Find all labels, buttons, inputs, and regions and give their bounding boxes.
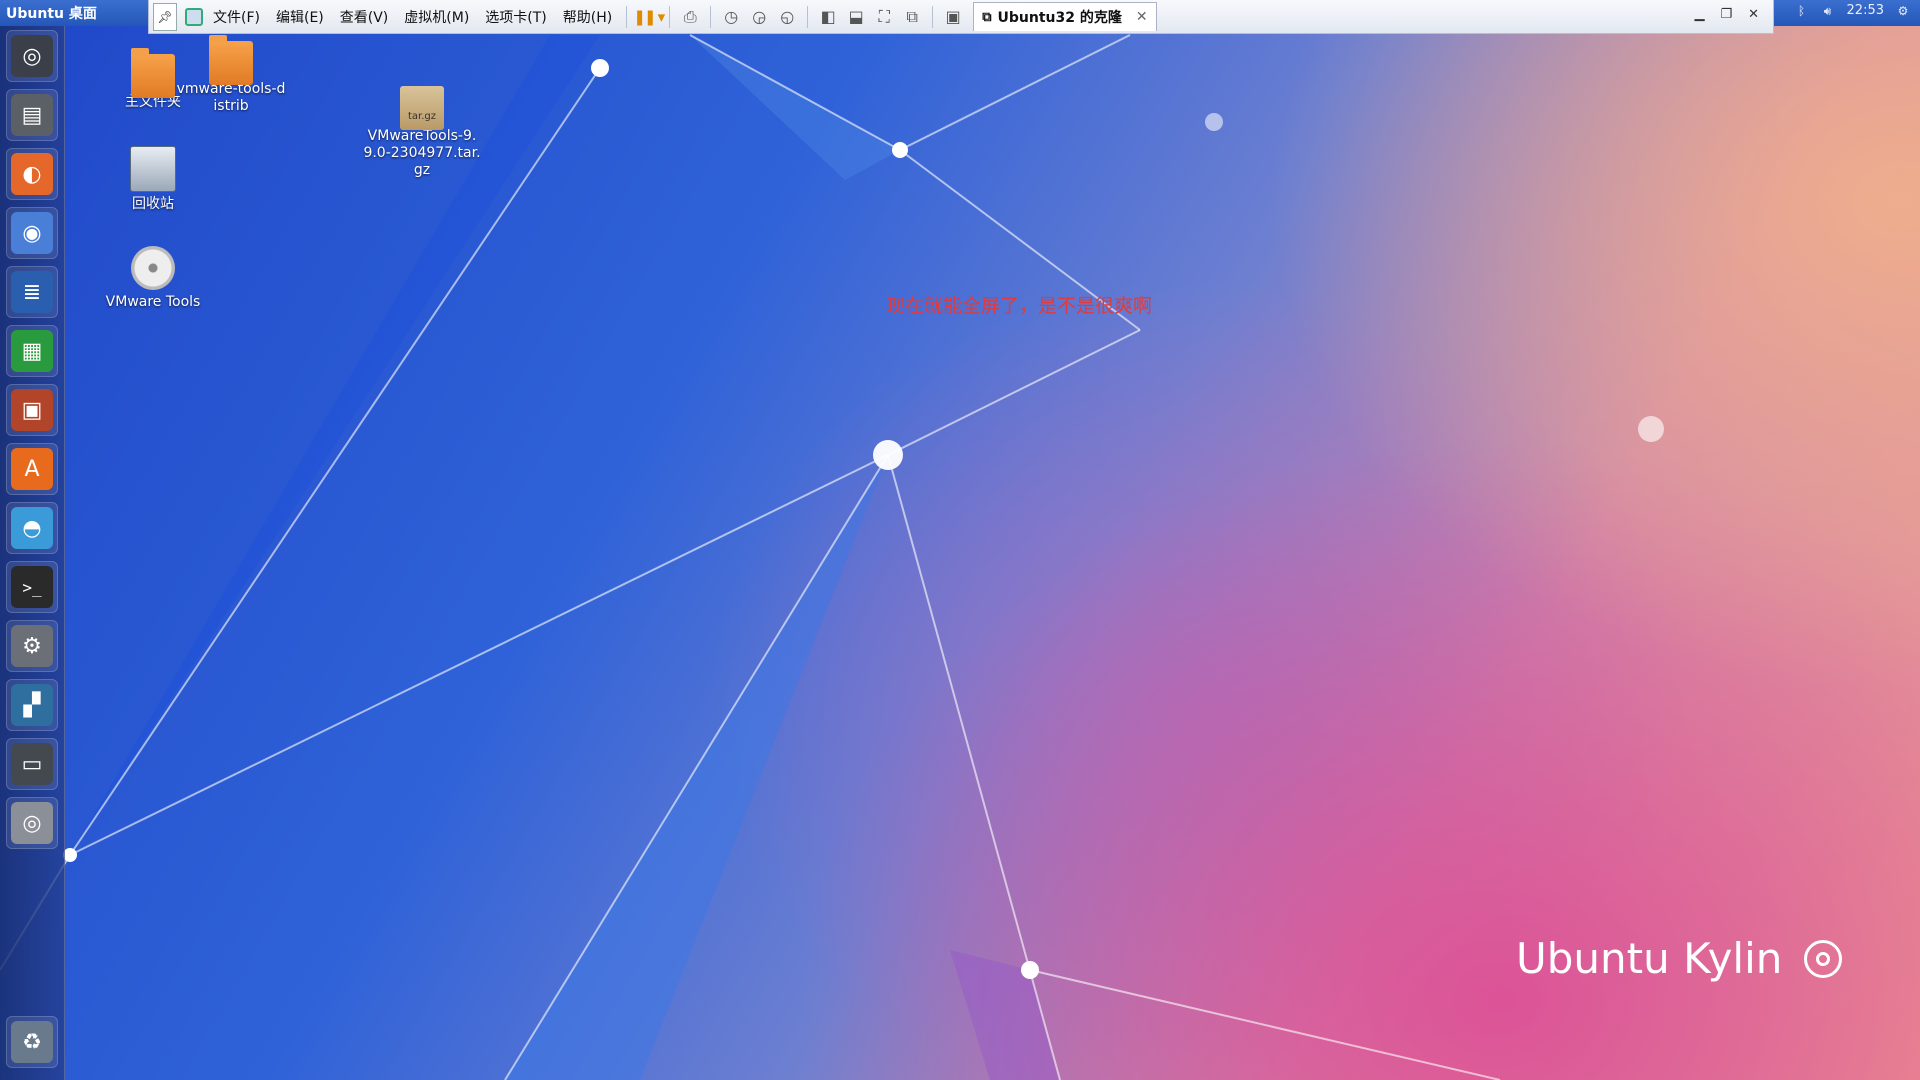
backup-icon: ◓	[11, 507, 53, 549]
launcher-item-calc[interactable]: ▦	[6, 325, 58, 377]
vmware-logo-icon	[183, 4, 205, 30]
send-ctrl-alt-del-icon[interactable]: ⎙	[676, 4, 704, 30]
restore-icon[interactable]: ❐	[1720, 7, 1732, 22]
clock[interactable]: 22:53	[1847, 3, 1884, 18]
desktop-icon-vmware-tools-distrib[interactable]: vmware-tools-distrib	[171, 33, 291, 115]
archive-badge: tar.gz	[407, 111, 437, 122]
menu-edit[interactable]: 编辑(E)	[268, 4, 332, 30]
files-icon: ▤	[11, 94, 53, 136]
bluetooth-icon[interactable]: ᛒ	[1795, 4, 1809, 18]
toolbar-divider	[932, 5, 934, 28]
toolbar-divider	[807, 5, 809, 28]
toolbar-divider	[626, 5, 628, 28]
window-close-icon[interactable]: ✕	[1748, 7, 1759, 22]
vmware-toolbar: 📌︎ 文件(F) 编辑(E) 查看(V) 虚拟机(M) 选项卡(T) 帮助(H)…	[148, 0, 1774, 34]
launcher-item-firefox[interactable]: ◐	[6, 148, 58, 200]
vm-tab[interactable]: ⧉ Ubuntu32 的克隆 ✕	[973, 2, 1157, 31]
writer-icon: ≣	[11, 271, 53, 313]
menu-view[interactable]: 查看(V)	[332, 4, 397, 30]
launcher: ◎ ▤ ◐ ◉ ≣ ▦ ▣ A ◓ >_ ⚙ ▞ ▭ ◎ ♻	[0, 26, 65, 1080]
thumbnail-bar-icon[interactable]: ⬓	[842, 4, 870, 30]
show-library-icon[interactable]: ◧	[814, 4, 842, 30]
dvd-icon: ◎	[11, 802, 53, 844]
floppy-icon: ▭	[11, 743, 53, 785]
menu-tabs[interactable]: 选项卡(T)	[477, 4, 554, 30]
launcher-item-trash[interactable]: ♻	[6, 1016, 58, 1068]
volume-icon[interactable]: 🔊︎	[1821, 4, 1835, 18]
snapshot-icon[interactable]: ◷	[717, 4, 745, 30]
chromium-icon: ◉	[11, 212, 53, 254]
workspace-switcher-icon: ▞	[11, 684, 53, 726]
menu-help[interactable]: 帮助(H)	[555, 4, 620, 30]
impress-icon: ▣	[11, 389, 53, 431]
vm-tab-icon: ⧉	[982, 9, 992, 25]
brand-watermark: Ubuntu Kylin	[1516, 934, 1843, 983]
desktop-icon-label: VMwareTools-9.9.0-2304977.tar.gz	[363, 128, 481, 178]
folder-icon	[209, 35, 253, 85]
window-controls: ▁ ❐ ✕	[1694, 7, 1759, 22]
desktop-icon-label: 回收站	[132, 196, 174, 212]
launcher-item-terminal[interactable]: >_	[6, 561, 58, 613]
launcher-item-impress[interactable]: ▣	[6, 384, 58, 436]
launcher-item-dash-home[interactable]: ◎	[6, 30, 58, 82]
close-icon[interactable]: ✕	[1136, 9, 1148, 25]
launcher-item-floppy[interactable]: ▭	[6, 738, 58, 790]
console-view-icon[interactable]: ▣	[939, 4, 967, 30]
desktop-icon-label: vmware-tools-distrib	[176, 81, 286, 114]
desktop: 主文件夹 vmware-tools-distrib tar.gz VMwareT…	[0, 0, 1920, 1080]
launcher-item-chromium[interactable]: ◉	[6, 207, 58, 259]
minimize-icon[interactable]: ▁	[1694, 7, 1704, 22]
menu-vm[interactable]: 虚拟机(M)	[396, 4, 477, 30]
desktop-icon-vmware-tools[interactable]: VMware Tools	[93, 246, 213, 311]
gear-icon[interactable]: ⚙	[1896, 4, 1910, 18]
firefox-icon: ◐	[11, 153, 53, 195]
system-tray: ᛒ 🔊︎ 22:53 ⚙	[1795, 3, 1910, 18]
wallpaper-graphic	[0, 34, 1664, 1080]
launcher-item-workspace-switcher[interactable]: ▞	[6, 679, 58, 731]
launcher-item-system-settings[interactable]: ⚙	[6, 620, 58, 672]
trash-icon	[130, 146, 176, 192]
pause-icon[interactable]: ❚❚ ▾	[633, 4, 665, 30]
system-settings-icon: ⚙	[11, 625, 53, 667]
disc-icon	[131, 246, 175, 290]
ubuntu-logo-icon	[1804, 939, 1843, 978]
software-center-icon: A	[11, 448, 53, 490]
revert-snapshot-icon[interactable]: ◶	[745, 4, 773, 30]
desktop-icon-trash[interactable]: 回收站	[93, 146, 213, 213]
launcher-item-writer[interactable]: ≣	[6, 266, 58, 318]
launcher-item-backup[interactable]: ◓	[6, 502, 58, 554]
desktop-icon-label: VMware Tools	[105, 294, 201, 310]
calc-icon: ▦	[11, 330, 53, 372]
terminal-icon: >_	[11, 566, 53, 608]
launcher-item-files[interactable]: ▤	[6, 89, 58, 141]
menu-file[interactable]: 文件(F)	[205, 4, 268, 30]
launcher-item-software-center[interactable]: A	[6, 443, 58, 495]
panel-title: Ubuntu 桌面	[6, 6, 97, 22]
brand-text: Ubuntu Kylin	[1516, 934, 1783, 983]
snapshot-manager-icon[interactable]: ◵	[773, 4, 801, 30]
trash-icon: ♻	[11, 1021, 53, 1063]
toolbar-divider	[669, 5, 671, 28]
desktop-icon-vmwaretools-archive[interactable]: tar.gz VMwareTools-9.9.0-2304977.tar.gz	[362, 80, 482, 179]
toolbar-divider	[710, 5, 712, 28]
full-screen-icon[interactable]: ⛶	[870, 4, 898, 30]
launcher-item-dvd[interactable]: ◎	[6, 797, 58, 849]
unity-mode-icon[interactable]: ⧉	[898, 4, 926, 30]
pin-icon[interactable]: 📌︎	[153, 2, 177, 31]
vm-tab-label: Ubuntu32 的克隆	[997, 10, 1122, 26]
annotation-text: 现在就能全屏了，是不是很爽啊	[886, 295, 1153, 317]
dash-home-icon: ◎	[11, 35, 53, 77]
archive-icon: tar.gz	[400, 86, 444, 130]
home-folder-icon	[131, 48, 175, 98]
